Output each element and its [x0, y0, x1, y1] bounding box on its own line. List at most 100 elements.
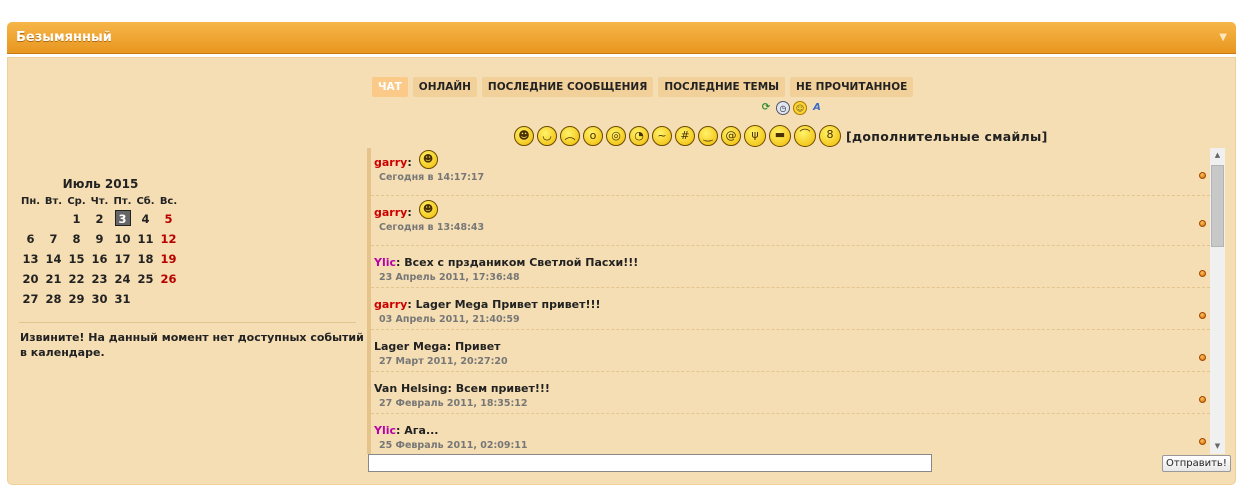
- calendar-day[interactable]: 22: [65, 269, 88, 289]
- delete-message-icon[interactable]: [1199, 396, 1206, 403]
- weekday-header: Пн.: [20, 196, 41, 207]
- calendar-month-title[interactable]: Июль 2015: [27, 177, 174, 191]
- calendar-day[interactable]: 7: [42, 229, 65, 249]
- message-author[interactable]: garry: [374, 206, 407, 219]
- message-author[interactable]: Ylic: [374, 424, 396, 437]
- calendar-day[interactable]: 10: [111, 229, 134, 249]
- chat-message: garry: ☻ Сегодня в 13:48:43: [371, 196, 1210, 246]
- rolleyes-smiley-icon[interactable]: ◔: [629, 126, 649, 146]
- calendar-day[interactable]: 9: [88, 229, 111, 249]
- tab-1[interactable]: ОНЛАЙН: [412, 77, 477, 97]
- scroll-up-icon[interactable]: ▲: [1210, 148, 1225, 163]
- calendar-day[interactable]: 21: [42, 269, 65, 289]
- calendar-day[interactable]: 19: [157, 249, 180, 269]
- clock-icon[interactable]: ◷: [776, 101, 790, 115]
- message-line: Lager Mega: Привет: [374, 335, 1210, 353]
- calendar-day-number: 12: [160, 232, 177, 246]
- message-author[interactable]: Ylic: [374, 256, 396, 269]
- dizzy-smiley-icon[interactable]: @: [721, 126, 741, 146]
- calendar-day[interactable]: 27: [19, 289, 42, 309]
- calendar-day[interactable]: 24: [111, 269, 134, 289]
- calendar-day[interactable]: 5: [157, 209, 180, 229]
- calendar-day[interactable]: 3: [111, 209, 134, 229]
- chat-input[interactable]: [368, 454, 932, 472]
- smile-smiley-icon[interactable]: ◡: [537, 126, 557, 146]
- panel-header: Безымянный ▼: [7, 22, 1236, 54]
- message-timestamp: 25 Февраль 2011, 02:09:11: [379, 440, 528, 451]
- calendar-day-number: 31: [114, 292, 131, 306]
- zipped-smiley-icon[interactable]: #: [675, 126, 695, 146]
- calendar-day[interactable]: 17: [111, 249, 134, 269]
- nerd-smiley-icon[interactable]: 8: [819, 125, 841, 147]
- delete-message-icon[interactable]: [1199, 270, 1206, 277]
- tab-4[interactable]: НЕ ПРОЧИТАННОЕ: [790, 77, 914, 97]
- weekday-header: Вс.: [159, 196, 178, 207]
- panel-title: Безымянный: [16, 30, 112, 45]
- message-author[interactable]: garry: [374, 156, 407, 169]
- calendar-day[interactable]: 20: [19, 269, 42, 289]
- message-text: Ага...: [404, 424, 439, 437]
- delete-message-icon[interactable]: [1199, 312, 1206, 319]
- grin-smiley-icon: ☻: [418, 150, 438, 169]
- smiley-icon[interactable]: ☺: [793, 101, 807, 115]
- send-button[interactable]: Отправить!: [1162, 455, 1231, 472]
- more-smilies-link[interactable]: [дополнительные смайлы]: [846, 129, 1048, 144]
- panel-body: Июль 2015 Пн. Вт. Ср. Чт. Пт. Сб. Вс. 1 2 3 4 5 6 7 8 9…: [7, 57, 1236, 485]
- chat-scrollbar[interactable]: ▲ ▼: [1210, 148, 1225, 454]
- calendar-day-number: 14: [45, 252, 62, 266]
- calendar-day[interactable]: 26: [157, 269, 180, 289]
- calendar-day[interactable]: 8: [65, 229, 88, 249]
- author-separator: :: [407, 156, 416, 169]
- chat-message: Ylic: Всех с прздаником Светлой Пасхи!!!…: [371, 246, 1210, 288]
- tab-0[interactable]: ЧАТ: [372, 77, 408, 97]
- delete-message-icon[interactable]: [1199, 438, 1206, 445]
- tab-3[interactable]: ПОСЛЕДНИЕ ТЕМЫ: [658, 77, 786, 97]
- calendar-day-number: 30: [91, 292, 108, 306]
- message-line: Van Helsing: Всем привет!!!: [374, 377, 1210, 395]
- grin-smiley-icon: ☻: [418, 200, 438, 219]
- refresh-icon[interactable]: ⟳: [759, 101, 773, 115]
- calendar-day[interactable]: 14: [42, 249, 65, 269]
- message-author[interactable]: Lager Mega: [374, 340, 447, 353]
- surprised-smiley-icon[interactable]: o: [583, 126, 603, 146]
- message-author[interactable]: Van Helsing: [374, 382, 447, 395]
- message-author[interactable]: garry: [374, 298, 407, 311]
- wink-smiley-icon[interactable]: ‿: [698, 126, 718, 146]
- calendar-day[interactable]: 23: [88, 269, 111, 289]
- calendar-day[interactable]: 30: [88, 289, 111, 309]
- cap-smiley-icon[interactable]: ⌒: [794, 125, 816, 147]
- chevron-down-icon[interactable]: ▼: [1219, 32, 1227, 43]
- calendar-day[interactable]: 16: [88, 249, 111, 269]
- scroll-thumb[interactable]: [1211, 165, 1224, 247]
- calendar-day[interactable]: 29: [65, 289, 88, 309]
- calendar-day[interactable]: 11: [134, 229, 157, 249]
- calendar-day-number: 18: [137, 252, 154, 266]
- tab-2[interactable]: ПОСЛЕДНИЕ СООБЩЕНИЯ: [481, 77, 654, 97]
- calendar-day[interactable]: 18: [134, 249, 157, 269]
- confused-smiley-icon[interactable]: ~: [652, 126, 672, 146]
- scroll-down-icon[interactable]: ▼: [1210, 439, 1225, 454]
- delete-message-icon[interactable]: [1199, 172, 1206, 179]
- calendar-day[interactable]: 15: [65, 249, 88, 269]
- sad-smiley-icon[interactable]: ︵: [560, 126, 580, 146]
- calendar-day-number: 24: [114, 272, 131, 286]
- author-separator: :: [396, 424, 405, 437]
- devil-smiley-icon[interactable]: ψ: [744, 125, 766, 147]
- calendar-day[interactable]: 31: [111, 289, 134, 309]
- calendar-day[interactable]: 4: [134, 209, 157, 229]
- shocked-smiley-icon[interactable]: ◎: [606, 126, 626, 146]
- grin-smiley-icon[interactable]: ☻: [514, 126, 534, 146]
- calendar-day[interactable]: 6: [19, 229, 42, 249]
- delete-message-icon[interactable]: [1199, 220, 1206, 227]
- cool-hair-smiley-icon[interactable]: ▬: [769, 125, 791, 147]
- calendar-day[interactable]: 13: [19, 249, 42, 269]
- calendar-day[interactable]: 12: [157, 229, 180, 249]
- calendar-day[interactable]: 1: [65, 209, 88, 229]
- calendar-day[interactable]: 28: [42, 289, 65, 309]
- calendar-day[interactable]: 2: [88, 209, 111, 229]
- font-icon[interactable]: A: [810, 101, 824, 115]
- calendar-day-number: 23: [91, 272, 108, 286]
- calendar-day-number: 5: [164, 212, 173, 226]
- calendar-day[interactable]: 25: [134, 269, 157, 289]
- delete-message-icon[interactable]: [1199, 354, 1206, 361]
